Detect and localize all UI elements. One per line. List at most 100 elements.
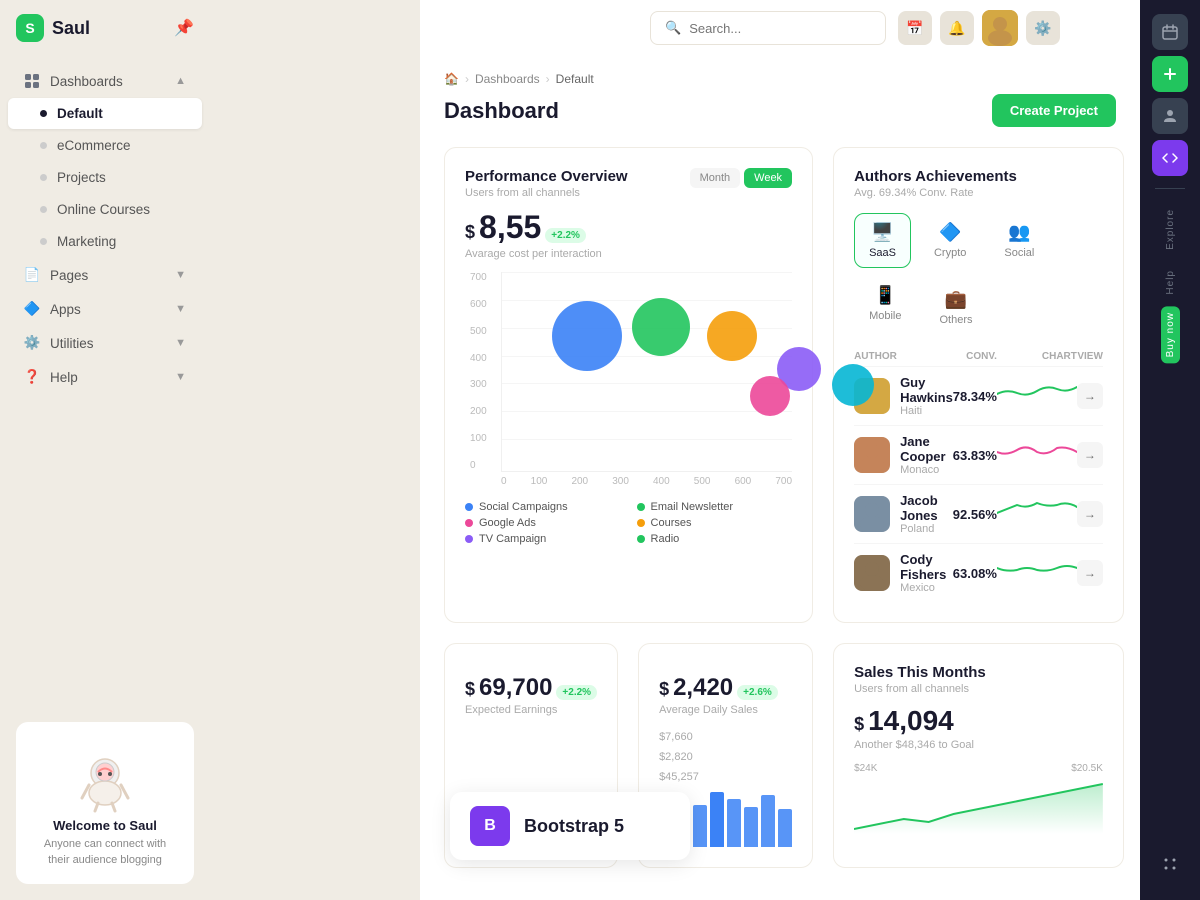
nav-group-pages: 📄 Pages ▼	[0, 259, 210, 291]
daily-number: 2,420	[673, 674, 733, 702]
legend-social-label: Social Campaigns	[479, 501, 568, 513]
astronaut-area	[32, 738, 178, 818]
legend-google-dot	[465, 519, 473, 527]
explore-label[interactable]: Explore	[1165, 201, 1176, 258]
author-tab-crypto[interactable]: 🔷 Crypto	[919, 213, 981, 268]
view-btn-2[interactable]: →	[1077, 501, 1103, 527]
right-code-icon[interactable]	[1152, 140, 1188, 176]
author-tab-saas[interactable]: 🖥️ SaaS	[854, 213, 911, 268]
chart-cell-3	[997, 544, 1077, 603]
legend-tv-label: TV Campaign	[479, 533, 546, 545]
author-name-3: Cody Fishers	[900, 552, 953, 582]
performance-header: Performance Overview Users from all chan…	[465, 168, 792, 199]
legend-social-dot	[465, 503, 473, 511]
crypto-tab-icon: 🔷	[939, 222, 961, 243]
right-sidebar-labels: Explore Help Buy now	[1161, 201, 1180, 838]
default-dot	[40, 110, 47, 117]
mini-chart-2	[997, 497, 1077, 527]
sidebar: S Saul 📌 Dashboards ▲	[0, 0, 210, 900]
breadcrumb-dashboards[interactable]: Dashboards	[475, 72, 540, 86]
bubble-google	[707, 311, 757, 361]
col-conv: CONV.	[953, 347, 997, 367]
author-country-0: Haiti	[900, 405, 953, 417]
daily-badge: +2.6%	[737, 685, 778, 700]
notification-icon[interactable]: 🔔	[940, 11, 974, 45]
home-icon: 🏠	[444, 72, 459, 86]
sidebar-item-default[interactable]: Default	[8, 98, 202, 129]
authors-subtitle: Avg. 69.34% Conv. Rate	[854, 187, 1017, 199]
sidebar-item-apps[interactable]: 🔷 Apps ▼	[8, 293, 202, 325]
app-name: Saul	[52, 18, 90, 39]
authors-tabs: 🖥️ SaaS 🔷 Crypto 👥 Social 📱 Mobile	[854, 213, 1103, 335]
nav-group-help: ❓ Help ▼	[0, 361, 210, 393]
legend-courses-dot	[637, 519, 645, 527]
logo-icon: S	[16, 14, 44, 42]
apps-icon: 🔷	[24, 301, 40, 317]
view-btn-3[interactable]: →	[1077, 560, 1103, 586]
nav-group-utilities: ⚙️ Utilities ▼	[0, 327, 210, 359]
sidebar-item-marketing[interactable]: Marketing	[8, 226, 202, 257]
earnings-number: 69,700	[479, 674, 552, 702]
buy-label[interactable]: Buy now	[1161, 306, 1180, 363]
sales-y2: $20.5K	[1071, 763, 1103, 774]
tab-week[interactable]: Week	[744, 168, 792, 188]
author-tab-mobile[interactable]: 📱 Mobile	[854, 276, 916, 335]
legend-courses-label: Courses	[651, 517, 692, 529]
sidebar-item-online-courses[interactable]: Online Courses	[8, 194, 202, 225]
create-project-button[interactable]: Create Project	[992, 94, 1116, 127]
y-labels: 700 600 500 400 300 200 100 0	[470, 272, 487, 471]
author-tab-social[interactable]: 👥 Social	[989, 213, 1049, 268]
table-row: Jane Cooper Monaco 63.83% →	[854, 426, 1103, 485]
calendar-icon[interactable]: 📅	[898, 11, 932, 45]
right-calendar-icon[interactable]	[1152, 14, 1188, 50]
daily-v3: $45,257	[659, 768, 792, 788]
table-row: Jacob Jones Poland 92.56% →	[854, 485, 1103, 544]
view-cell-2: →	[1077, 485, 1103, 544]
author-tab-others[interactable]: 💼 Others	[924, 280, 987, 335]
daily-label: Average Daily Sales	[659, 704, 792, 716]
sidebar-item-utilities[interactable]: ⚙️ Utilities ▼	[8, 327, 202, 359]
chart-cell-1	[997, 426, 1077, 485]
search-box[interactable]: 🔍	[650, 11, 886, 45]
pages-chevron: ▼	[175, 269, 186, 281]
tab-month[interactable]: Month	[690, 168, 741, 188]
legend-courses: Courses	[637, 517, 793, 529]
page-title: Dashboard	[444, 98, 559, 124]
help-label: Help	[50, 370, 78, 385]
right-dots-icon[interactable]	[1152, 846, 1188, 882]
view-btn-1[interactable]: →	[1077, 442, 1103, 468]
settings-icon[interactable]: ⚙️	[1026, 11, 1060, 45]
sidebar-item-help[interactable]: ❓ Help ▼	[8, 361, 202, 393]
sales-y-labels: $24K $20.5K	[854, 763, 1103, 774]
avatar[interactable]	[982, 10, 1018, 46]
sidebar-item-ecommerce[interactable]: eCommerce	[8, 130, 202, 161]
metric-dollar: $	[465, 222, 475, 243]
bar-3	[693, 805, 707, 847]
bubble-email	[632, 298, 690, 356]
dashboards-icon	[24, 73, 40, 89]
help-label-right[interactable]: Help	[1165, 262, 1176, 303]
sales-subtitle: Users from all channels	[854, 683, 1103, 695]
legend-radio-label: Radio	[651, 533, 680, 545]
bubble-cyan	[832, 364, 874, 406]
sidebar-item-pages[interactable]: 📄 Pages ▼	[8, 259, 202, 291]
authors-card: Authors Achievements Avg. 69.34% Conv. R…	[833, 147, 1124, 623]
legend-social: Social Campaigns	[465, 501, 621, 513]
legend-radio-dot	[637, 535, 645, 543]
right-add-icon[interactable]	[1152, 56, 1188, 92]
nav-group-dashboards: Dashboards ▲ Default eCommerce Pr	[0, 65, 210, 257]
view-btn-0[interactable]: →	[1077, 383, 1103, 409]
sidebar-item-dashboards[interactable]: Dashboards ▲	[8, 65, 202, 97]
search-input[interactable]	[689, 21, 871, 36]
daily-v1: $7,660	[659, 728, 792, 748]
author-country-3: Mexico	[900, 582, 953, 594]
welcome-title: Welcome to Saul	[32, 818, 178, 833]
right-divider	[1155, 188, 1185, 189]
bubble-social	[552, 301, 622, 371]
author-name-1: Jane Cooper	[900, 434, 953, 464]
right-user-icon[interactable]	[1152, 98, 1188, 134]
social-tab-label: Social	[1004, 247, 1034, 259]
pages-icon: 📄	[24, 267, 40, 283]
pin-icon[interactable]: 📌	[174, 18, 194, 38]
sidebar-item-projects[interactable]: Projects	[8, 162, 202, 193]
